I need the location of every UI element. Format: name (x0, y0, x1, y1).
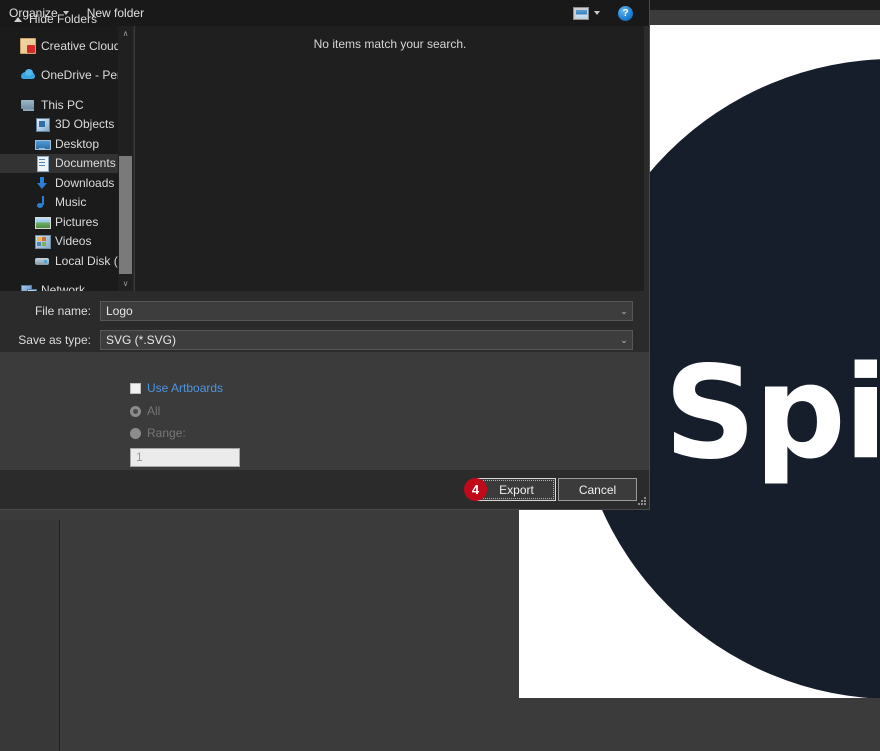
hide-folders-label: Hide Folders (29, 12, 97, 26)
step-number-badge: 4 (464, 478, 487, 501)
artboard-options-panel: Use Artboards All Range: 1 (0, 352, 649, 470)
range-radio[interactable] (130, 428, 141, 439)
sidebar-item-label: Downloads (55, 176, 114, 190)
sidebar-item-label: Network (41, 283, 85, 291)
sidebar-item-network[interactable]: Network (0, 281, 133, 292)
view-pane-icon (573, 7, 589, 20)
file-list-scrollbar[interactable] (639, 26, 644, 291)
sidebar-item-label: Desktop (55, 137, 99, 151)
help-question-icon[interactable]: ? (618, 6, 633, 21)
sidebar-item-pictures[interactable]: Pictures (0, 212, 133, 232)
nav-top-spacer (0, 26, 133, 36)
scroll-up-icon[interactable]: ∧ (118, 26, 133, 41)
videos-film-icon (34, 233, 50, 249)
sidebar-item-label: Videos (55, 234, 91, 248)
use-artboards-option[interactable]: Use Artboards (0, 379, 649, 397)
file-name-input[interactable]: Logo ⌄ (100, 301, 633, 321)
scroll-down-icon[interactable]: ∨ (118, 276, 133, 291)
sidebar-item-label: Music (55, 195, 86, 209)
nav-spacer (0, 56, 133, 66)
view-mode-button[interactable] (567, 5, 606, 22)
logo-wordmark-text: Spic (664, 350, 880, 478)
chevron-up-icon (14, 17, 22, 22)
all-label: All (147, 404, 160, 418)
use-artboards-label: Use Artboards (147, 381, 223, 395)
nav-spacer (0, 85, 133, 95)
sidebar-item-this-pc[interactable]: This PC (0, 95, 133, 115)
scrollbar-thumb[interactable] (119, 156, 132, 274)
nav-spacer (0, 271, 133, 281)
file-name-label: File name: (0, 304, 100, 318)
range-label: Range: (147, 426, 186, 440)
sidebar-item-videos[interactable]: Videos (0, 232, 133, 252)
sidebar-item-label: Pictures (55, 215, 98, 229)
file-list-pane[interactable]: No items match your search. (134, 26, 644, 291)
chevron-down-icon[interactable]: ⌄ (616, 306, 632, 317)
desktop-icon (34, 136, 50, 152)
cancel-button[interactable]: Cancel (558, 478, 637, 501)
all-artboards-option[interactable]: All (0, 402, 649, 420)
navigation-scrollbar[interactable]: ∧ ∨ (118, 26, 133, 291)
range-input[interactable]: 1 (130, 448, 240, 467)
resize-grip[interactable] (637, 497, 647, 507)
sidebar-item-3d-objects[interactable]: 3D Objects (0, 115, 133, 135)
pictures-image-icon (34, 214, 50, 230)
sidebar-item-local-disk[interactable]: Local Disk (C:) (0, 251, 133, 271)
save-as-type-value: SVG (*.SVG) (101, 333, 616, 347)
local-disk-icon (34, 253, 50, 269)
sidebar-item-creative-cloud-file[interactable]: Creative Cloud File (0, 36, 133, 56)
all-radio[interactable] (130, 406, 141, 417)
documents-folder-icon (34, 155, 50, 171)
music-note-icon (34, 194, 50, 210)
file-name-row: File name: Logo ⌄ (0, 301, 649, 321)
3d-objects-icon (34, 116, 50, 132)
downloads-arrow-icon (34, 175, 50, 191)
sidebar-item-desktop[interactable]: Desktop (0, 134, 133, 154)
chevron-down-icon[interactable]: ⌄ (616, 335, 632, 346)
sidebar-item-downloads[interactable]: Downloads (0, 173, 133, 193)
range-artboards-option[interactable]: Range: (0, 424, 649, 442)
this-pc-icon (20, 97, 36, 113)
sidebar-item-label: 3D Objects (55, 117, 114, 131)
export-file-dialog: Organize New folder ? Creative Cloud Fil… (0, 0, 650, 510)
onedrive-cloud-icon (20, 67, 36, 83)
file-name-value: Logo (101, 304, 616, 318)
sidebar-item-label: This PC (41, 98, 84, 112)
sidebar-item-label: Documents (55, 156, 116, 170)
creative-cloud-icon (20, 38, 36, 54)
sidebar-item-music[interactable]: Music (0, 193, 133, 213)
export-button[interactable]: Export (477, 478, 556, 501)
save-as-type-label: Save as type: (0, 333, 100, 347)
save-as-type-select[interactable]: SVG (*.SVG) ⌄ (100, 330, 633, 350)
chevron-down-icon (594, 11, 600, 15)
app-left-panel (0, 520, 60, 751)
dialog-toolbar: Organize New folder ? (0, 0, 649, 26)
save-as-type-row: Save as type: SVG (*.SVG) ⌄ (0, 330, 649, 350)
use-artboards-checkbox[interactable] (130, 383, 141, 394)
sidebar-item-documents[interactable]: Documents (0, 154, 133, 174)
file-form-area: File name: Logo ⌄ Save as type: SVG (*.S… (0, 292, 649, 347)
empty-results-message: No items match your search. (135, 37, 645, 51)
hide-folders-button[interactable]: Hide Folders (14, 12, 97, 26)
network-icon (20, 282, 36, 291)
navigation-pane: Creative Cloud File OneDrive - Person Th… (0, 26, 133, 291)
sidebar-item-onedrive[interactable]: OneDrive - Person (0, 66, 133, 86)
